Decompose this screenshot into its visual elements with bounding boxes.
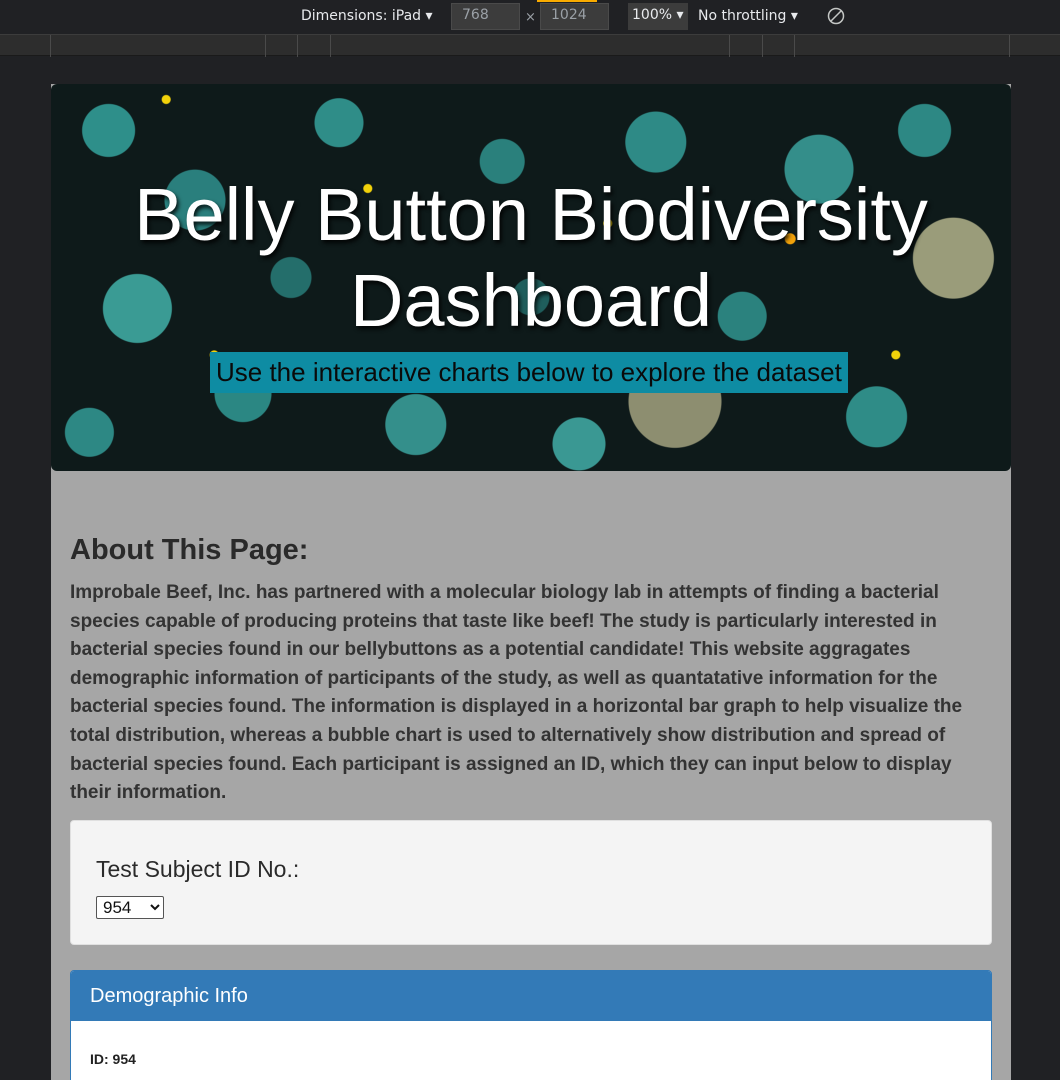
demographic-id: ID: 954 <box>90 1051 136 1067</box>
chevron-down-icon: ▾ <box>790 8 798 24</box>
demographic-panel: Demographic Info ID: 954 <box>70 970 992 1080</box>
ruler-tick <box>265 35 266 57</box>
ruler-tick <box>794 35 795 57</box>
device-dropdown[interactable]: Dimensions: iPad ▾ <box>301 8 433 24</box>
ruler-tick <box>297 35 298 57</box>
chevron-down-icon: ▾ <box>425 8 433 24</box>
ruler-tick <box>50 35 51 57</box>
demographic-heading: Demographic Info <box>71 971 991 1021</box>
zoom-dropdown[interactable]: 100% ▾ <box>628 3 688 30</box>
ruler-tick <box>729 35 730 57</box>
about-section: About This Page: Improbale Beef, Inc. ha… <box>70 534 992 808</box>
chevron-down-icon: ▾ <box>676 7 684 23</box>
ruler-tick <box>330 35 331 57</box>
height-input[interactable]: 1024 <box>540 3 609 30</box>
subject-selector-well: Test Subject ID No.: 954 <box>70 820 992 945</box>
device-dropdown-label: Dimensions: iPad <box>301 8 422 24</box>
ruler-tick <box>762 35 763 57</box>
width-input[interactable]: 768 <box>451 3 520 30</box>
about-title: About This Page: <box>70 534 309 566</box>
subject-id-label: Test Subject ID No.: <box>96 856 300 882</box>
active-field-indicator <box>537 0 597 2</box>
rotate-icon[interactable] <box>827 7 845 25</box>
media-query-ruler[interactable] <box>0 34 1060 57</box>
subject-id-select[interactable]: 954 <box>96 896 164 919</box>
times-icon: × <box>525 10 536 25</box>
about-text: Improbale Beef, Inc. has partnered with … <box>70 582 963 804</box>
zoom-label: 100% <box>632 7 673 23</box>
page-viewport: Belly Button Biodiversity Dashboard Use … <box>51 84 1011 1080</box>
hero-banner: Belly Button Biodiversity Dashboard Use … <box>51 84 1011 471</box>
throttling-dropdown[interactable]: No throttling ▾ <box>698 8 798 24</box>
page-title: Belly Button Biodiversity Dashboard <box>134 173 928 342</box>
devtools-device-toolbar: Dimensions: iPad ▾ 768 × 1024 100% ▾ No … <box>0 0 1060 34</box>
page-subtitle: Use the interactive charts below to expl… <box>210 352 848 393</box>
ruler-tick <box>1009 35 1010 57</box>
throttling-label: No throttling <box>698 8 787 24</box>
